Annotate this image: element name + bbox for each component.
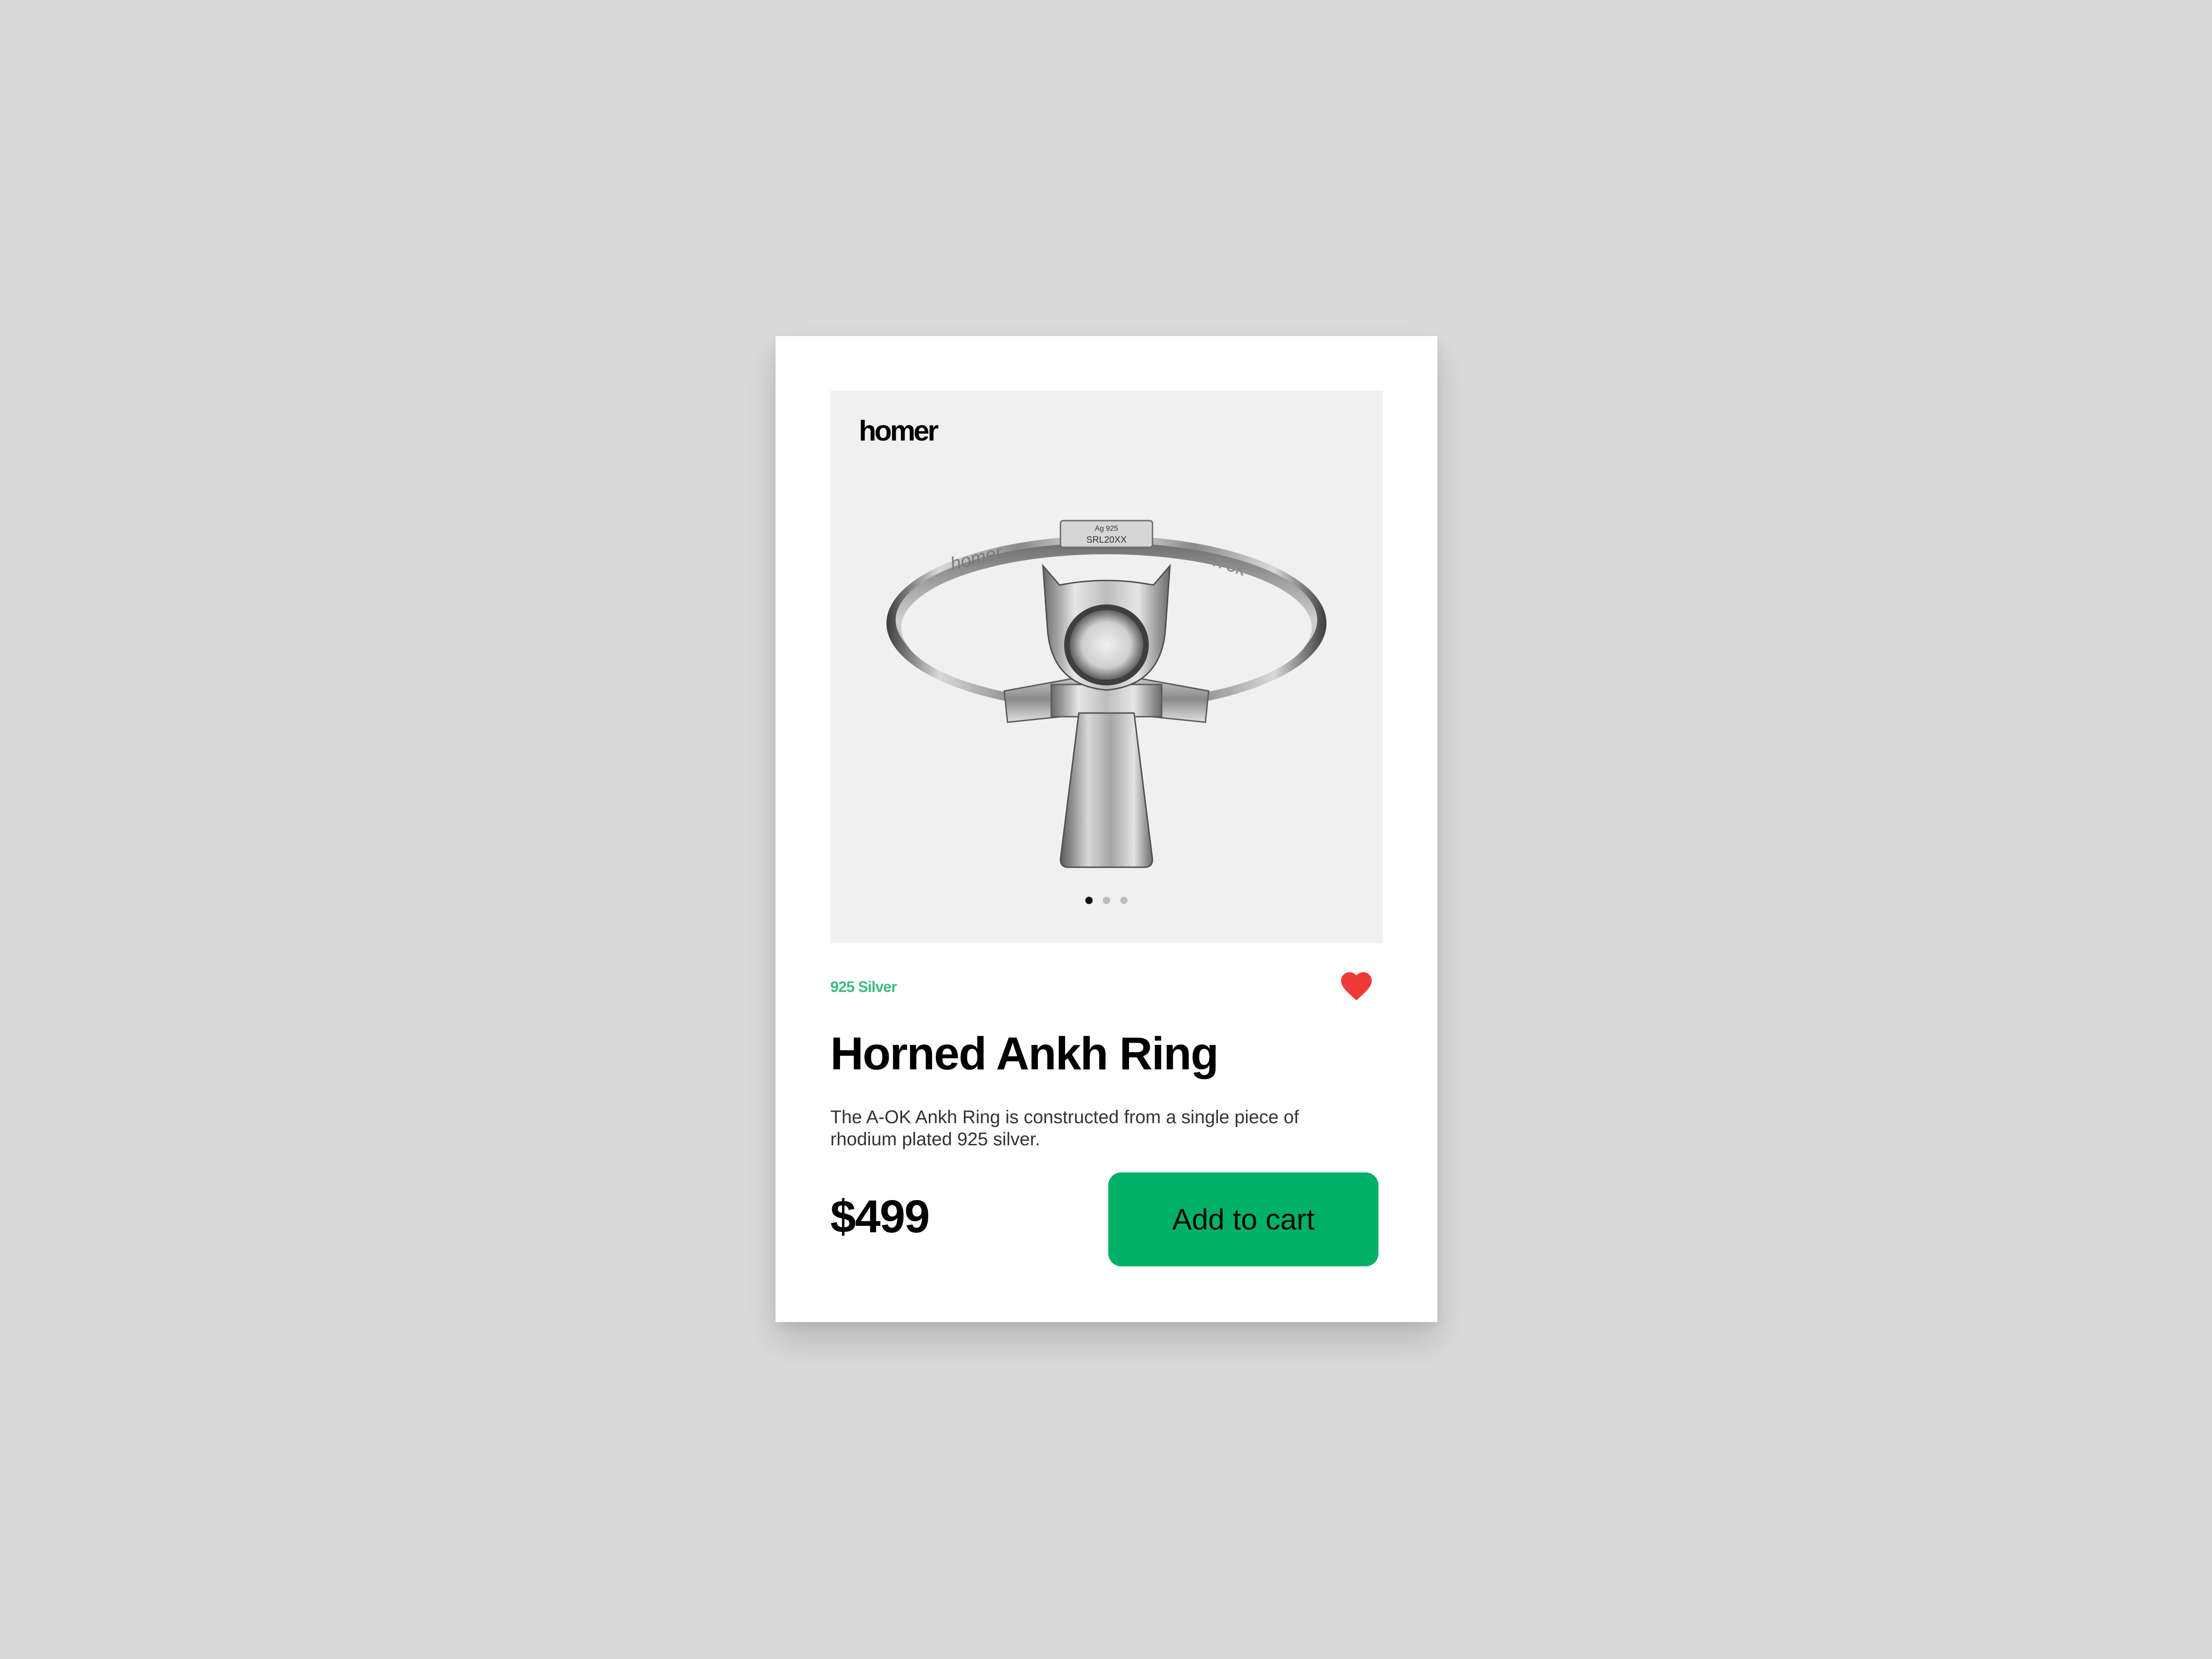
carousel-dot-1[interactable] [1085,897,1093,904]
heart-icon[interactable] [1338,968,1375,1004]
product-description: The A-OK Ankh Ring is constructed from a… [830,1107,1299,1149]
carousel-dot-2[interactable] [1103,897,1110,904]
carousel-pagination [830,897,1383,904]
product-price: $499 [830,1191,930,1242]
product-card: homer Ag 925 SRL20XX homer A-OK 925 Silv… [776,336,1437,1322]
product-title: Horned Ankh Ring [830,1028,1219,1079]
product-image-carousel[interactable]: homer Ag 925 SRL20XX homer A-OK [830,391,1383,943]
hallmark-text-1: Ag 925 [1095,525,1118,533]
carousel-dot-3[interactable] [1120,897,1128,904]
add-to-cart-button[interactable]: Add to cart [1108,1172,1378,1266]
ankh-stem [1060,712,1153,868]
material-label: 925 Silver [830,978,897,995]
hallmark-text-2: SRL20XX [1086,535,1127,545]
head-hole [1070,610,1143,680]
ring-product-image: Ag 925 SRL20XX homer A-OK [886,520,1326,868]
